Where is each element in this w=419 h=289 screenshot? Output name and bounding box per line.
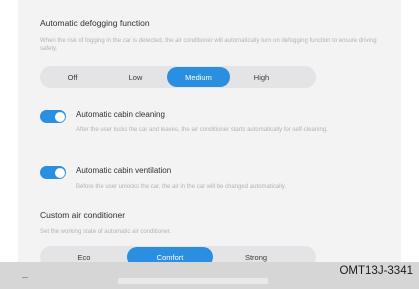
toggle-knob	[54, 111, 65, 122]
toggle-knob	[54, 167, 65, 178]
defogging-option-medium[interactable]: Medium	[167, 67, 230, 87]
dash-mark	[22, 277, 28, 278]
defogging-option-high[interactable]: High	[230, 67, 293, 87]
cabin-cleaning-description: After the user locks the car and leaves,…	[76, 127, 328, 133]
custom-ac-description: Set the working state of automatic air c…	[40, 229, 172, 235]
cabin-ventilation-toggle[interactable]	[40, 166, 66, 179]
cabin-cleaning-toggle[interactable]	[40, 110, 66, 123]
defogging-mode-selector: Off Low Medium High	[40, 66, 316, 88]
ac-settings-panel: Automatic defogging function When the ri…	[18, 0, 401, 265]
faded-bar	[118, 278, 268, 284]
cabin-ventilation-description: Before the user unlocks the car, the air…	[76, 184, 287, 190]
custom-ac-title: Custom air conditioner	[40, 210, 126, 220]
cabin-ventilation-label: Automatic cabin ventilation	[76, 166, 172, 175]
figure-code: OMT13J-3341	[339, 265, 413, 277]
defogging-title: Automatic defogging function	[40, 18, 150, 28]
cabin-cleaning-label: Automatic cabin cleaning	[76, 110, 165, 119]
defogging-description: When the risk of fogging in the car is d…	[40, 38, 377, 52]
defogging-option-low[interactable]: Low	[104, 67, 167, 87]
defogging-option-off[interactable]: Off	[41, 67, 104, 87]
